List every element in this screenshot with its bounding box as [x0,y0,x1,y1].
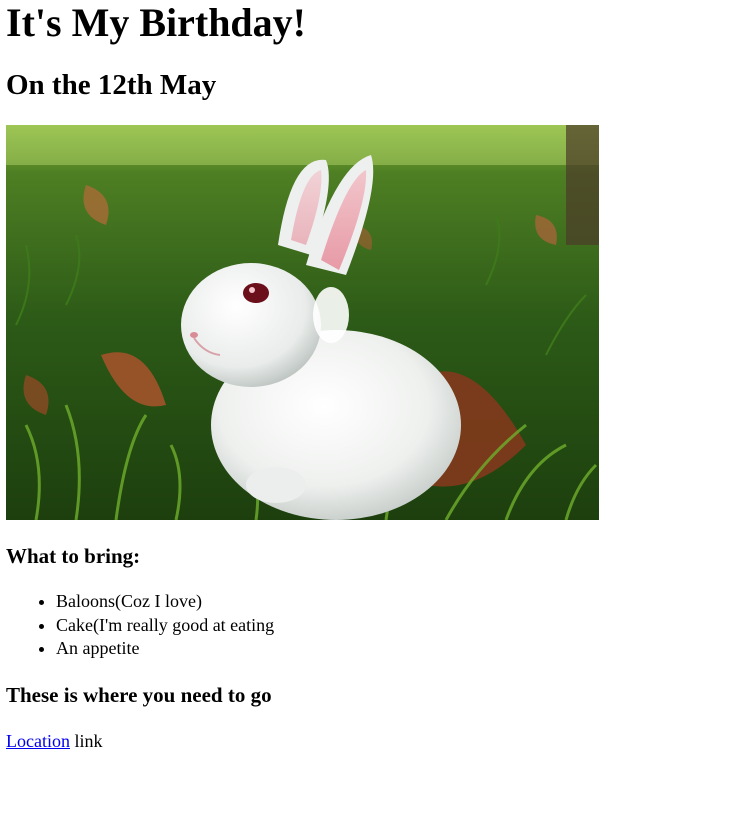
bring-heading: What to bring: [6,544,141,568]
page-content: It's My Birthday! On the 12th May What t… [0,0,738,753]
location-link[interactable]: Location [6,731,70,751]
list-item: Cake(I'm really good at eating [56,614,732,638]
location-heading: These is where you need to go [6,682,272,707]
bunny-photo [6,125,599,520]
location-line: Location link [6,730,732,753]
list-item: An appetite [56,637,732,661]
date-heading: On the 12th May [6,69,217,101]
list-item: Baloons(Coz I love) [56,590,732,614]
bring-list: Baloons(Coz I love) Cake(I'm really good… [6,590,732,661]
page-title: It's My Birthday! [6,0,306,45]
location-suffix: link [74,730,103,751]
